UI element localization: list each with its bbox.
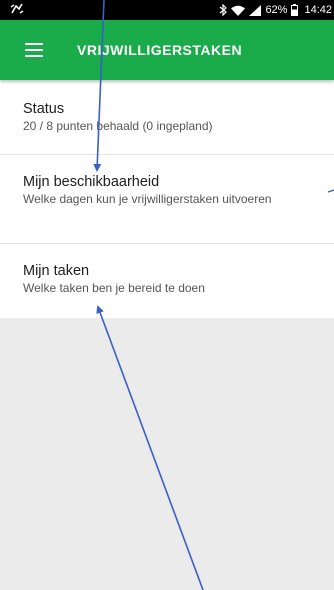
page-title: VRIJWILLIGERSTAKEN: [77, 42, 243, 58]
app-notification-icon: [10, 3, 24, 18]
list-item-subtitle: 20 / 8 punten behaald (0 ingepland): [23, 119, 213, 133]
list-item-subtitle: Welke dagen kun je vrijwilligerstaken ui…: [23, 192, 272, 206]
annotation-arrow-tasks: [96, 305, 204, 590]
list-item-subtitle: Welke taken ben je bereid te doen: [23, 281, 205, 295]
status-bar-left: [10, 3, 24, 18]
app-bar: VRIJWILLIGERSTAKEN: [0, 20, 334, 80]
list-item-availability[interactable]: Mijn beschikbaarheid Welke dagen kun je …: [0, 155, 334, 244]
list-item-status[interactable]: Status 20 / 8 punten behaald (0 ingeplan…: [0, 80, 334, 155]
bluetooth-icon: [219, 4, 228, 16]
status-time: 14:42: [304, 4, 332, 16]
list-item-title: Status: [23, 101, 65, 117]
battery-percent: 62%: [265, 4, 288, 16]
battery-icon: [291, 4, 299, 16]
list-item-title: Mijn beschikbaarheid: [23, 174, 160, 190]
app-screen: 62% 14:42 VRIJWILLIGERSTAKEN Status 20 /…: [0, 0, 334, 590]
wifi-icon: [231, 5, 246, 16]
hamburger-menu-icon[interactable]: [25, 43, 43, 57]
menu-list: Status 20 / 8 punten behaald (0 ingeplan…: [0, 80, 334, 318]
status-bar: 62% 14:42: [0, 0, 334, 20]
list-item-title: Mijn taken: [23, 263, 90, 279]
list-item-tasks[interactable]: Mijn taken Welke taken ben je bereid te …: [0, 244, 334, 318]
status-bar-right: 62% 14:42: [219, 4, 332, 16]
signal-icon: [249, 4, 262, 16]
